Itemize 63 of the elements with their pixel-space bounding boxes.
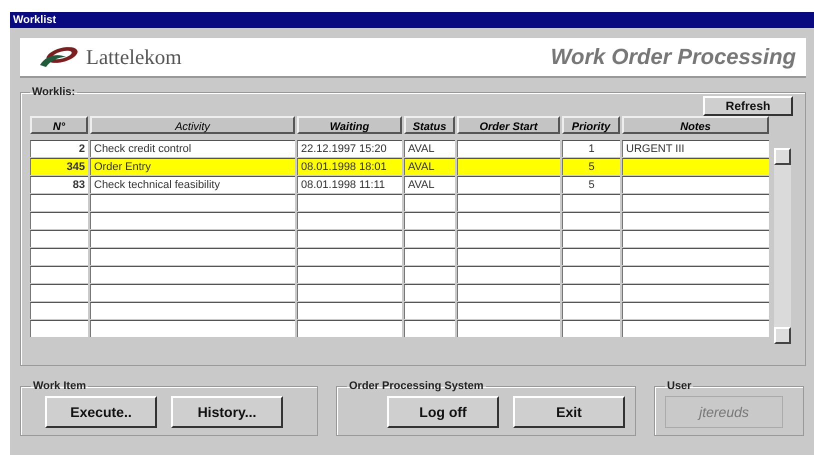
table-cell: 83 — [30, 176, 88, 193]
column-header[interactable]: Notes — [622, 116, 769, 134]
table-cell — [404, 266, 455, 283]
table-cell — [30, 284, 88, 301]
table-cell — [404, 230, 455, 247]
table-cell — [562, 212, 620, 229]
table-cell — [404, 248, 455, 265]
table-cell: 5 — [562, 158, 620, 175]
table-cell — [30, 194, 88, 211]
table-cell: Check credit control — [90, 140, 295, 157]
action-button[interactable]: History... — [171, 396, 283, 428]
column-header[interactable]: Status — [404, 116, 455, 134]
table-cell — [562, 248, 620, 265]
table-cell — [562, 194, 620, 211]
group-legend: Order Processing System — [347, 380, 486, 392]
table-cell — [562, 302, 620, 319]
refresh-button[interactable]: Refresh — [703, 96, 793, 116]
table-cell: 22.12.1997 15:20 — [297, 140, 402, 157]
column-header[interactable]: N° — [30, 116, 88, 134]
table-cell — [404, 302, 455, 319]
table-cell: 1 — [562, 140, 620, 157]
table-cell: 2 — [30, 140, 88, 157]
table-cell — [30, 320, 88, 337]
table-cell: 345 — [30, 158, 88, 175]
action-button[interactable]: Exit — [513, 396, 625, 428]
table-cell: AVAL — [404, 140, 455, 157]
column-header[interactable]: Waiting — [297, 116, 402, 134]
table-cell: Order Entry — [90, 158, 295, 175]
group-legend: Work Item — [31, 380, 88, 392]
window-title: Worklist — [10, 12, 814, 28]
table-cell: URGENT III — [622, 140, 769, 157]
table-cell — [30, 302, 88, 319]
user-field: jtereuds — [665, 396, 783, 428]
scrollbar[interactable] — [774, 148, 791, 344]
column-header[interactable]: Priority — [562, 116, 620, 134]
table-cell — [404, 320, 455, 337]
table-cell: Check technical feasibility — [90, 176, 295, 193]
table-cell — [404, 212, 455, 229]
column-header[interactable]: Activity — [90, 116, 295, 134]
scroll-down-button[interactable] — [774, 327, 791, 344]
table-cell — [562, 230, 620, 247]
table-cell — [30, 212, 88, 229]
column-header[interactable]: Order Start — [457, 116, 560, 134]
table-cell: 08.01.1998 18:01 — [297, 158, 402, 175]
group-legend: User — [665, 380, 694, 392]
table-cell — [562, 284, 620, 301]
table-cell — [404, 284, 455, 301]
table-cell — [562, 266, 620, 283]
table-cell — [562, 320, 620, 337]
table-cell: 08.01.1998 11:11 — [297, 176, 402, 193]
app-heading: Work Order Processing — [550, 44, 796, 70]
table-cell — [30, 248, 88, 265]
action-button[interactable]: Log off — [387, 396, 499, 428]
table-cell: 5 — [562, 176, 620, 193]
scroll-up-button[interactable] — [774, 148, 791, 165]
group-legend: Worklis: — [30, 86, 78, 98]
company-name: Lattelekom — [86, 44, 182, 70]
table-cell — [30, 230, 88, 247]
action-button[interactable]: Execute.. — [45, 396, 157, 428]
table-cell: AVAL — [404, 158, 455, 175]
table-cell — [30, 266, 88, 283]
table-cell: AVAL — [404, 176, 455, 193]
table-cell — [404, 194, 455, 211]
